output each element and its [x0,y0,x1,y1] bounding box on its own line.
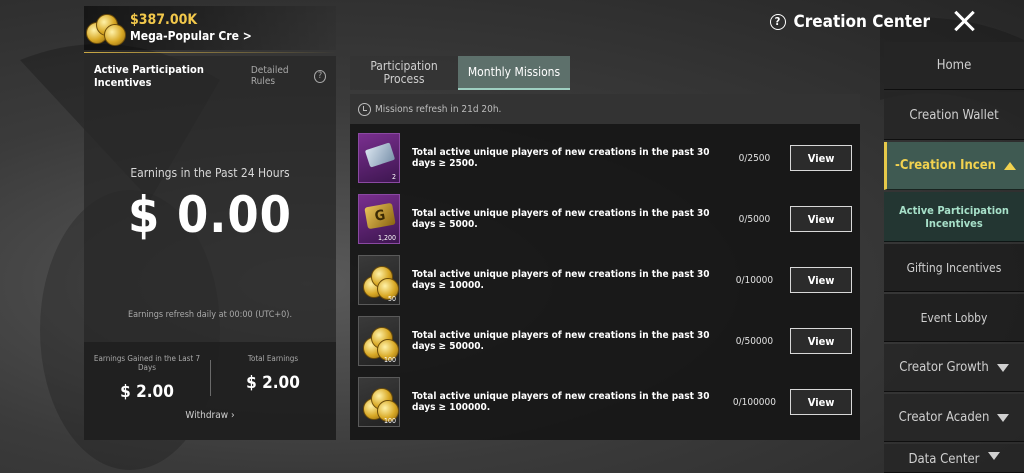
mission-description: Total active unique players of new creat… [412,208,710,230]
sidebar-item-data-center[interactable]: Data Center [884,444,1024,473]
header: ? Creation Center [769,10,930,34]
gold-divider [84,52,336,53]
missions-refresh-text: Missions refresh in 21d 20h. [375,103,502,115]
last7-stat: Earnings Gained in the Last 7 Days $ 2.0… [84,354,210,402]
mission-description: Total active unique players of new creat… [412,391,710,413]
chevron-down-icon [997,413,1010,422]
reward-gold-coins[interactable]: 100 [358,377,400,427]
mission-progress: 0/2500 [738,152,771,164]
creator-rank-label: Mega-Popular Cre [130,29,239,43]
total-label: Total Earnings [247,354,299,363]
earnings-24h-value: $ 0.00 [128,186,292,244]
sidebar-item-creator-academy[interactable]: Creator Acaden [884,394,1024,442]
total-stat: Total Earnings $ 2.00 [210,354,336,393]
sidebar-item-creator-growth[interactable]: Creator Growth [884,344,1024,392]
clock-icon [358,102,371,116]
sidebar-item-label: Home [936,58,972,73]
mission-row: 100 Total active unique players of new c… [358,376,852,428]
rules-label: Detailed Rules [250,65,289,87]
sidebar-item-active-participation[interactable]: Active Participation Incentives [884,192,1024,242]
sidebar-item-event-lobby[interactable]: Event Lobby [884,294,1024,342]
sidebar-item-label: Creation Wallet [909,108,999,123]
reward-g-card[interactable]: G 1,200 [358,194,400,244]
sidebar-item-label: Event Lobby [920,310,988,325]
sidebar-item-label: Gifting Incentives [906,260,1002,275]
creator-rank: Mega-Popular Cre > [130,28,252,44]
close-button[interactable] [944,4,984,38]
help-icon[interactable]: ? [769,14,786,30]
mission-progress: 0/100000 [732,396,776,408]
earnings-24h-label: Earnings in the Past 24 Hours [130,166,290,180]
last7-label: Earnings Gained in the Last 7 Days [93,354,201,372]
mission-progress: 0/10000 [735,274,774,286]
chevron-right-icon: › [230,410,235,421]
chevron-down-icon [987,452,1000,460]
mission-row: 50 Total active unique players of new cr… [358,254,852,306]
mission-description: Total active unique players of new creat… [412,330,710,352]
sidebar-item-label: Active Participation Incentives [899,203,1009,230]
view-button[interactable]: View [790,145,852,171]
earnings-stats: Earnings Gained in the Last 7 Days $ 2.0… [84,342,336,440]
sidebar-item-creation-incentives[interactable]: -Creation Incen [884,142,1024,190]
panel-title: Active Participation Incentives [94,63,204,89]
page-title: Creation Center [793,12,930,32]
sidebar-item-label: Creator Acaden [898,410,990,425]
reward-quantity: 1,200 [377,234,396,242]
withdraw-label: Withdraw [185,410,229,421]
detailed-rules-link[interactable]: Detailed Rules ? [251,65,326,87]
sidebar-item-label: Creator Growth [899,360,989,375]
sidebar-item-label: Data Center [908,452,980,467]
reward-quantity: 100 [383,356,396,364]
earnings-refresh-note: Earnings refresh daily at 00:00 (UTC+0). [127,310,293,320]
tab-monthly-missions[interactable]: Monthly Missions [458,56,570,90]
view-button[interactable]: View [790,267,852,293]
sidebar-nav: Home Creation Wallet -Creation Incen Act… [884,40,1024,473]
question-icon: ? [313,69,326,83]
chevron-right-icon: > [242,29,252,43]
mission-progress: 0/50000 [735,335,774,347]
wallet-chip[interactable]: $387.00K Mega-Popular Cre > [84,6,336,50]
g-card-icon: G [364,202,396,230]
sidebar-item-gifting-incentives[interactable]: Gifting Incentives [884,244,1024,292]
tab-participation-process[interactable]: Participation Process [350,56,458,90]
chevron-down-icon [996,363,1009,372]
mission-row: 2 Total active unique players of new cre… [358,132,852,184]
reward-quantity: 50 [387,295,396,303]
view-button[interactable]: View [790,389,852,415]
mission-tabs: Participation Process Monthly Missions [350,56,570,90]
withdraw-link[interactable]: Withdraw › [84,410,336,421]
missions-refresh-bar: Missions refresh in 21d 20h. [350,94,860,124]
reward-gold-coins[interactable]: 50 [358,255,400,305]
mission-progress: 0/5000 [738,213,771,225]
wallet-amount: $387.00K [130,12,198,28]
reward-ticket[interactable]: 2 [358,133,400,183]
close-icon [953,10,975,32]
earnings-panel: Active Participation Incentives Detailed… [84,56,336,440]
mission-row: 100 Total active unique players of new c… [358,315,852,367]
gold-coins-icon [84,6,130,50]
mission-description: Total active unique players of new creat… [412,147,710,169]
mission-description: Total active unique players of new creat… [412,269,710,291]
sidebar-item-home[interactable]: Home [884,42,1024,90]
view-button[interactable]: View [790,206,852,232]
total-value: $ 2.00 [246,373,300,393]
last7-value: $ 2.00 [120,382,174,402]
sidebar-item-creation-wallet[interactable]: Creation Wallet [884,92,1024,140]
sidebar-item-label: -Creation Incen [895,158,996,173]
missions-panel: Missions refresh in 21d 20h. 2 Total act… [350,94,860,440]
reward-quantity: 2 [391,173,396,181]
reward-gold-coins[interactable]: 100 [358,316,400,366]
chevron-up-icon [1003,161,1016,170]
ticket-icon [364,142,396,168]
reward-quantity: 100 [383,417,396,425]
view-button[interactable]: View [790,328,852,354]
mission-row: G 1,200 Total active unique players of n… [358,193,852,245]
